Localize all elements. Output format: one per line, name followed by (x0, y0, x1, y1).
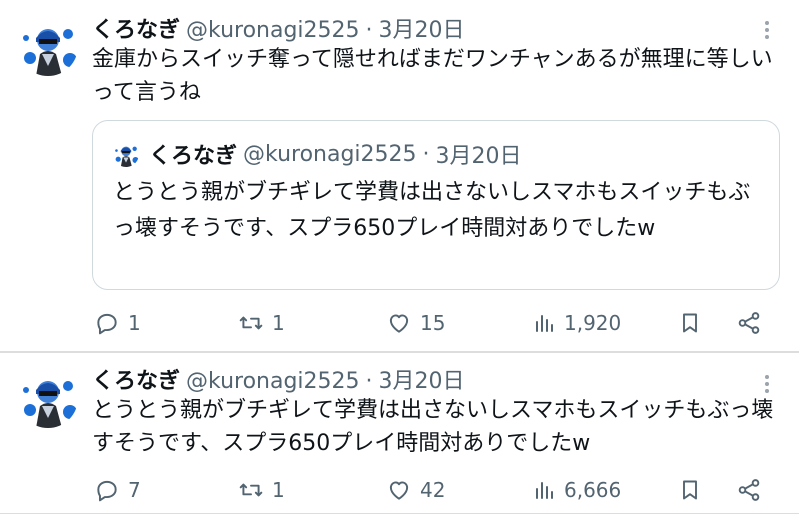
tweet-header: くろなぎ @kuronagi2525 · 3月20日 (92, 363, 465, 395)
like-button[interactable]: 15 (386, 306, 445, 340)
author-name: くろなぎ (149, 144, 238, 169)
author-handle[interactable]: @kuronagi2525 (186, 369, 360, 394)
reply-icon (97, 480, 117, 502)
more-icon[interactable] (757, 18, 777, 42)
action-bar: 1 1 15 1,920 (92, 306, 772, 340)
views-icon (536, 315, 553, 332)
bookmark-button[interactable] (678, 473, 702, 507)
separator: · (365, 18, 373, 43)
reply-button[interactable]: 1 (94, 306, 141, 340)
tweet[interactable]: くろなぎ @kuronagi2525 · 3月20日 金庫からスイッチ奪って隠せ… (0, 0, 799, 352)
tweet[interactable]: くろなぎ @kuronagi2525 · 3月20日 とうとう親がブチギレて学費… (0, 352, 799, 514)
quoted-tweet-text: とうとう親がブチギレて学費は出さないしスマホもスイッチもぶっ壊すそうです、スプラ… (113, 180, 751, 241)
separator: · (365, 369, 373, 394)
share-button[interactable] (736, 473, 762, 507)
like-count: 15 (420, 311, 446, 335)
reply-icon (97, 313, 117, 335)
author-name[interactable]: くろなぎ (92, 363, 180, 395)
action-bar: 7 1 42 6,666 (92, 473, 772, 507)
retweet-icon (239, 316, 263, 330)
heart-icon (389, 314, 409, 333)
separator: · (422, 141, 430, 167)
views-button[interactable]: 6,666 (532, 473, 621, 507)
heart-icon (389, 481, 409, 500)
views-count: 1,920 (564, 311, 622, 335)
author-handle: @kuronagi2525 (243, 141, 417, 167)
share-icon (738, 312, 760, 334)
views-icon (536, 482, 553, 499)
bookmark-button[interactable] (678, 306, 702, 340)
retweet-button[interactable]: 1 (238, 306, 285, 340)
bookmark-icon (683, 313, 697, 333)
views-count: 6,666 (564, 478, 622, 502)
tweet-text: 金庫からスイッチ奪って隠せればまだワンチャンあるが無理に等しいって言うね (92, 47, 773, 105)
tweet-header: くろなぎ @kuronagi2525 · 3月20日 (92, 12, 465, 44)
avatar[interactable] (18, 368, 78, 428)
quoted-tweet-header: くろなぎ @kuronagi2525 · 3月20日 (113, 139, 522, 169)
reply-button[interactable]: 7 (94, 473, 141, 507)
more-icon[interactable] (757, 372, 777, 396)
reply-count: 1 (128, 311, 141, 335)
retweet-button[interactable]: 1 (238, 473, 285, 507)
avatar-image (113, 141, 139, 167)
avatar[interactable] (18, 16, 78, 76)
quoted-tweet[interactable]: くろなぎ @kuronagi2525 · 3月20日 とうとう親がブチギレて学費… (92, 120, 780, 290)
avatar-image (18, 16, 78, 76)
like-button[interactable]: 42 (386, 473, 445, 507)
share-icon (738, 479, 760, 501)
tweet-date[interactable]: 3月20日 (379, 363, 465, 395)
avatar-image (18, 368, 78, 428)
bookmark-icon (683, 480, 697, 500)
tweet-date[interactable]: 3月20日 (379, 12, 465, 44)
views-button[interactable]: 1,920 (532, 306, 621, 340)
like-count: 42 (420, 478, 446, 502)
retweet-icon (239, 483, 263, 497)
share-button[interactable] (736, 306, 762, 340)
retweet-count: 1 (272, 478, 285, 502)
tweet-text: とうとう親がブチギレて学費は出さないしスマホもスイッチもぶっ壊すそうです、スプラ… (92, 398, 774, 456)
retweet-count: 1 (272, 311, 285, 335)
reply-count: 7 (128, 478, 141, 502)
author-handle[interactable]: @kuronagi2525 (186, 18, 360, 43)
avatar (113, 141, 139, 167)
author-name[interactable]: くろなぎ (92, 12, 180, 44)
tweet-date: 3月20日 (435, 144, 522, 169)
